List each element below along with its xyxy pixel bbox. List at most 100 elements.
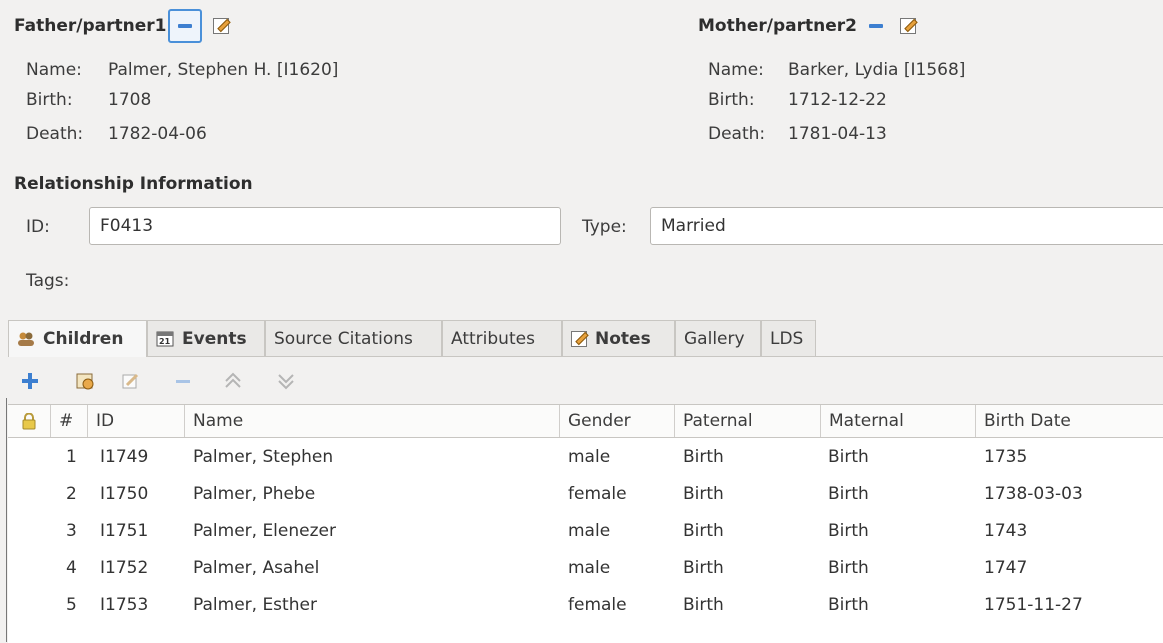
father-remove-button[interactable] <box>168 9 203 43</box>
row-birth-date: 1738-03-03 <box>984 484 1083 504</box>
children-table: # ID Name Gender Paternal Maternal Birth… <box>8 404 1163 643</box>
mother-header: Mother/partner2 <box>698 14 921 38</box>
row-gender: female <box>568 595 627 615</box>
father-heading: Father/partner1 <box>14 16 167 36</box>
row-name: Palmer, Phebe <box>193 484 316 504</box>
row-name: Palmer, Stephen <box>193 447 334 467</box>
row-maternal: Birth <box>828 558 869 578</box>
move-up-button[interactable] <box>222 370 244 392</box>
tab-label: Notes <box>595 328 651 349</box>
tab-lds[interactable]: LDS <box>761 320 816 356</box>
column-header-name[interactable]: Name <box>185 405 560 437</box>
remove-icon <box>176 380 190 383</box>
tab-label: LDS <box>770 328 804 349</box>
row-paternal: Birth <box>683 558 724 578</box>
row-birth-date: 1735 <box>984 447 1028 467</box>
remove-button[interactable] <box>172 370 194 392</box>
mother-death: 1781-04-13 <box>788 124 887 144</box>
tab-attributes[interactable]: Attributes <box>442 320 562 356</box>
private-column-header[interactable] <box>8 405 51 437</box>
mother-birth: 1712-12-22 <box>788 90 887 110</box>
table-row[interactable]: 4 I1752 Palmer, Asahel male Birth Birth 1747 <box>8 550 1163 586</box>
mother-death-label: Death: <box>708 124 766 144</box>
id-label: ID: <box>26 217 50 237</box>
row-id: I1749 <box>100 447 149 467</box>
move-down-button[interactable] <box>275 370 297 392</box>
tab-label: Attributes <box>451 328 535 349</box>
children-icon <box>18 332 34 346</box>
father-name-row: Name: Palmer, Stephen H. [I1620] <box>26 58 338 82</box>
column-header-birth-date[interactable]: Birth Date <box>976 405 1163 437</box>
tags-label: Tags: <box>26 271 70 291</box>
table-row[interactable]: 5 I1753 Palmer, Esther female Birth Birth 1751… <box>8 587 1163 623</box>
relationship-heading: Relationship Information <box>14 174 253 194</box>
row-number: 3 <box>66 521 77 541</box>
edit-icon <box>899 18 916 34</box>
row-gender: male <box>568 521 611 541</box>
mother-name-row: Name: Barker, Lydia [I1568] <box>708 58 965 82</box>
minus-icon <box>868 24 883 28</box>
table-row[interactable]: 3 I1751 Palmer, Elenezer male Birth Birth 1743 <box>8 513 1163 549</box>
row-number: 2 <box>66 484 77 504</box>
row-maternal: Birth <box>828 447 869 467</box>
tab-notes[interactable]: Notes <box>562 320 675 356</box>
row-gender: male <box>568 558 611 578</box>
row-id: I1751 <box>100 521 149 541</box>
note-icon <box>571 330 587 347</box>
tab-label: Children <box>43 329 124 349</box>
edit-button[interactable] <box>120 370 142 392</box>
id-field[interactable]: F0413 <box>89 207 561 245</box>
column-header-id[interactable]: ID <box>88 405 185 437</box>
table-row[interactable]: 1 I1749 Palmer, Stephen male Birth Birth 1735 <box>8 439 1163 475</box>
row-name: Palmer, Asahel <box>193 558 320 578</box>
row-number: 4 <box>66 558 77 578</box>
tab-events[interactable]: 21 Events <box>147 320 265 356</box>
father-birth: 1708 <box>108 90 152 110</box>
row-birth-date: 1743 <box>984 521 1028 541</box>
father-header: Father/partner1 <box>14 9 234 43</box>
row-paternal: Birth <box>683 521 724 541</box>
tab-label: Events <box>182 328 247 349</box>
mother-death-row: Death: 1781-04-13 <box>708 122 887 146</box>
row-maternal: Birth <box>828 521 869 541</box>
mother-name: Barker, Lydia [I1568] <box>788 60 966 80</box>
calendar-icon: 21 <box>156 331 174 346</box>
tab-gallery[interactable]: Gallery <box>675 320 761 356</box>
row-paternal: Birth <box>683 484 724 504</box>
table-row[interactable]: 2 I1750 Palmer, Phebe female Birth Birth 1738-… <box>8 476 1163 512</box>
row-birth-date: 1747 <box>984 558 1028 578</box>
column-header-paternal[interactable]: Paternal <box>675 405 821 437</box>
mother-birth-label: Birth: <box>708 90 755 110</box>
column-header-number[interactable]: # <box>51 405 88 437</box>
father-name: Palmer, Stephen H. [I1620] <box>108 60 339 80</box>
father-edit-button[interactable] <box>208 13 234 39</box>
row-id: I1752 <box>100 558 149 578</box>
row-maternal: Birth <box>828 484 869 504</box>
lock-icon <box>22 412 36 429</box>
move-up-icon <box>225 372 241 388</box>
row-gender: female <box>568 484 627 504</box>
tab-children[interactable]: Children <box>8 320 147 357</box>
row-name: Palmer, Elenezer <box>193 521 336 541</box>
father-birth-label: Birth: <box>26 90 73 110</box>
type-combo[interactable]: Married <box>650 207 1163 245</box>
mother-heading: Mother/partner2 <box>698 16 857 36</box>
add-button[interactable] <box>19 370 41 392</box>
mother-remove-button[interactable] <box>863 13 889 39</box>
row-birth-date: 1751-11-27 <box>984 595 1083 615</box>
row-id: I1753 <box>100 595 149 615</box>
father-name-label: Name: <box>26 60 82 80</box>
row-number: 5 <box>66 595 77 615</box>
father-death-label: Death: <box>26 124 84 144</box>
tab-label: Gallery <box>684 328 745 349</box>
edit-icon <box>213 18 230 34</box>
tab-source-citations[interactable]: Source Citations <box>265 320 442 356</box>
share-icon <box>76 373 94 390</box>
row-maternal: Birth <box>828 595 869 615</box>
column-header-gender[interactable]: Gender <box>560 405 675 437</box>
share-button[interactable] <box>75 370 97 392</box>
move-down-icon <box>278 374 294 390</box>
column-header-maternal[interactable]: Maternal <box>821 405 976 437</box>
mother-edit-button[interactable] <box>895 13 921 39</box>
row-name: Palmer, Esther <box>193 595 317 615</box>
